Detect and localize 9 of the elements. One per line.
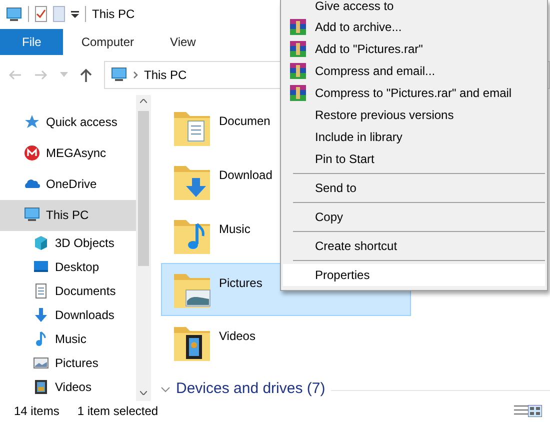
- folder-label: Documen: [218, 112, 270, 130]
- window-title: This PC: [92, 6, 135, 24]
- address-text: This PC: [144, 66, 187, 84]
- folder-label: Download: [218, 166, 272, 184]
- folder-label: Music: [218, 220, 250, 238]
- folder-label: Pictures: [218, 274, 262, 292]
- status-text: 1 item selected: [77, 403, 158, 420]
- status-text: 14 items: [14, 403, 60, 420]
- folder-label: Videos: [218, 328, 256, 346]
